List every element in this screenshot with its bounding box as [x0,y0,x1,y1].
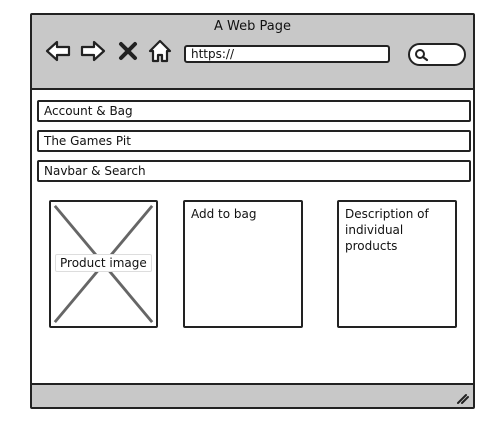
product-image-placeholder: Product image [49,200,158,328]
forward-arrow-icon[interactable] [79,37,107,65]
site-title-bar[interactable]: The Games Pit [37,130,471,152]
product-description-text: Description of individual products [345,207,429,253]
navbar-search-bar[interactable]: Navbar & Search [37,160,471,182]
browser-window: A Web Page https:// Account & Bag The Ga… [30,13,475,409]
back-arrow-icon[interactable] [44,37,72,65]
resize-grip-icon[interactable] [455,390,469,404]
home-icon[interactable] [146,37,174,65]
page-content: Account & Bag The Games Pit Navbar & Sea… [32,90,473,383]
browser-statusbar [32,383,473,407]
account-bag-bar[interactable]: Account & Bag [37,100,471,122]
browser-titlebar: A Web Page https:// [32,15,473,90]
close-x-icon[interactable] [117,37,139,65]
window-title: A Web Page [214,19,291,34]
product-description-panel: Description of individual products [337,200,457,328]
search-icon [415,49,429,62]
add-to-bag-label: Add to bag [191,207,257,221]
address-bar[interactable]: https:// [184,45,390,63]
search-box[interactable] [408,43,466,66]
add-to-bag-panel[interactable]: Add to bag [183,200,303,328]
product-image-label: Product image [55,254,152,272]
